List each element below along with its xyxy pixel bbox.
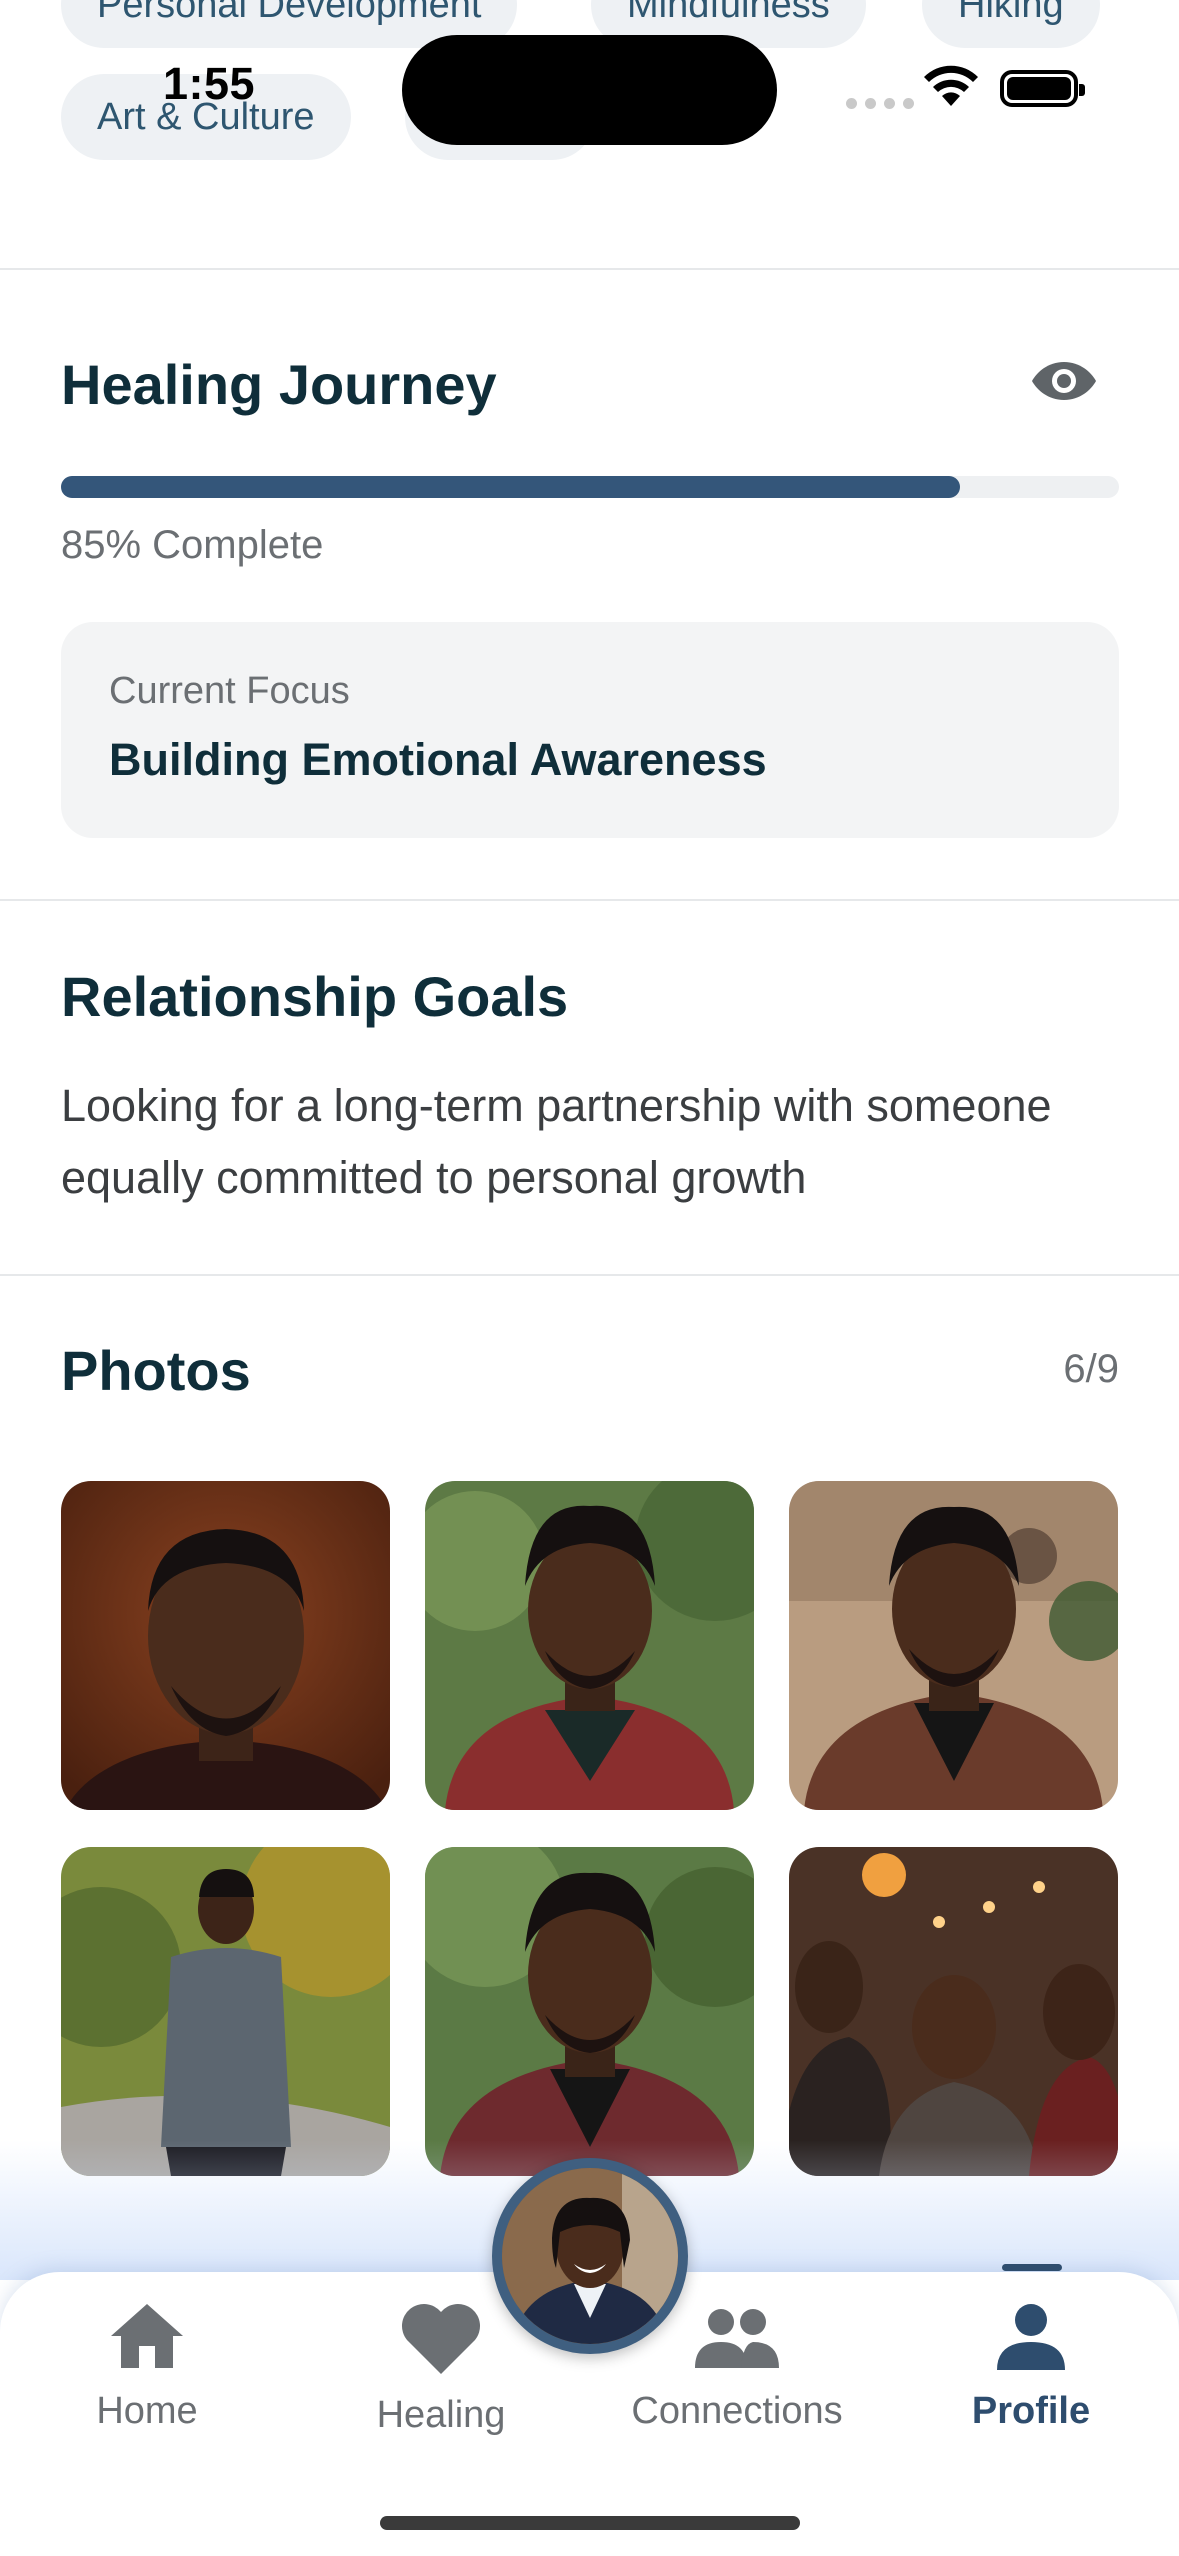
relationship-goals-text: Looking for a long-term partnership with… (61, 1080, 1052, 1203)
people-icon (695, 2309, 779, 2368)
healing-progress-fill (61, 476, 961, 498)
profile-photo[interactable] (425, 1481, 754, 1810)
person-icon (997, 2304, 1065, 2370)
profile-photo[interactable] (61, 1481, 390, 1810)
battery-icon (1000, 70, 1085, 107)
tab-home-label: Home (96, 2390, 198, 2432)
eye-icon[interactable] (1030, 358, 1098, 404)
tab-profile[interactable]: Profile (901, 2300, 1161, 2470)
photos-title: Photos (61, 1339, 251, 1402)
dynamic-island (402, 35, 777, 145)
home-icon (111, 2304, 183, 2368)
tab-profile-label: Profile (971, 2390, 1091, 2432)
tab-connections-label: Connections (631, 2390, 843, 2432)
wifi-icon (924, 65, 978, 106)
avatar[interactable] (492, 2158, 688, 2354)
tab-healing-label: Healing (376, 2394, 506, 2436)
active-tab-indicator (1002, 2264, 1062, 2271)
section-divider (0, 899, 1179, 901)
status-time: 1:55 (163, 58, 256, 109)
profile-photo[interactable] (61, 1847, 390, 2176)
profile-photo[interactable] (425, 1847, 754, 2176)
tab-home[interactable]: Home (17, 2300, 277, 2470)
relationship-goals-title: Relationship Goals (61, 965, 569, 1028)
section-divider (0, 1274, 1179, 1276)
current-focus-card: Current Focus Building Emotional Awarene… (61, 622, 1119, 838)
home-indicator (380, 2516, 800, 2530)
profile-photo[interactable] (789, 1847, 1118, 2176)
cellular-signal-icon (846, 98, 914, 109)
current-focus-label: Current Focus (109, 670, 350, 712)
photos-count: 6/9 (1063, 1347, 1119, 1391)
healing-journey-title: Healing Journey (61, 353, 497, 416)
interest-chip[interactable]: Hiking (922, 0, 1100, 48)
section-divider (0, 268, 1179, 270)
profile-photo[interactable] (789, 1481, 1118, 1810)
current-focus-value: Building Emotional Awareness (109, 734, 767, 785)
healing-progress-text: 85% Complete (61, 523, 324, 567)
healing-progress-bar (61, 476, 1119, 498)
heart-icon (401, 2303, 481, 2374)
